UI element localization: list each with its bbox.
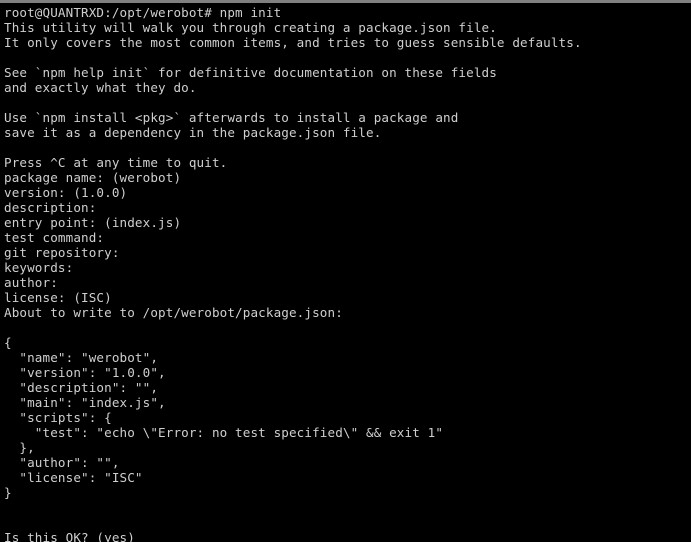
- terminal-line: license: (ISC): [4, 290, 112, 305]
- terminal-prompt-line: root@QUANTRXD:/opt/werobot# npm init: [4, 5, 282, 20]
- terminal-line: "description": "",: [4, 380, 159, 395]
- terminal-line: },: [4, 440, 35, 455]
- terminal-line: It only covers the most common items, an…: [4, 35, 582, 50]
- terminal-line: save it as a dependency in the package.j…: [4, 125, 382, 140]
- terminal-line: "license": "ISC": [4, 470, 143, 485]
- terminal-line: "test": "echo \"Error: no test specified…: [4, 425, 444, 440]
- terminal-line: }: [4, 485, 12, 500]
- terminal-line: keywords:: [4, 260, 74, 275]
- terminal-line: entry point: (index.js): [4, 215, 182, 230]
- terminal-window: root@QUANTRXD:/opt/werobot# npm init This…: [0, 0, 691, 542]
- terminal-line: "name": "werobot",: [4, 350, 159, 365]
- terminal-line: "version": "1.0.0",: [4, 365, 166, 380]
- terminal-line: and exactly what they do.: [4, 80, 197, 95]
- terminal-line: test command:: [4, 230, 105, 245]
- terminal-line: git repository:: [4, 245, 120, 260]
- terminal-line: See `npm help init` for definitive docum…: [4, 65, 497, 80]
- terminal-line: description:: [4, 200, 97, 215]
- terminal-line: Use `npm install <pkg>` afterwards to in…: [4, 110, 459, 125]
- terminal-line: {: [4, 335, 12, 350]
- terminal-line: Is this OK? (yes): [4, 530, 135, 542]
- terminal-line: Press ^C at any time to quit.: [4, 155, 228, 170]
- terminal-screen[interactable]: root@QUANTRXD:/opt/werobot# npm init This…: [0, 3, 691, 542]
- terminal-line: "scripts": {: [4, 410, 112, 425]
- terminal-line: author:: [4, 275, 58, 290]
- terminal-line: package name: (werobot): [4, 170, 182, 185]
- terminal-line: version: (1.0.0): [4, 185, 128, 200]
- terminal-line: This utility will walk you through creat…: [4, 20, 497, 35]
- terminal-line: "main": "index.js",: [4, 395, 166, 410]
- terminal-line: "author": "",: [4, 455, 120, 470]
- terminal-line: About to write to /opt/werobot/package.j…: [4, 305, 343, 320]
